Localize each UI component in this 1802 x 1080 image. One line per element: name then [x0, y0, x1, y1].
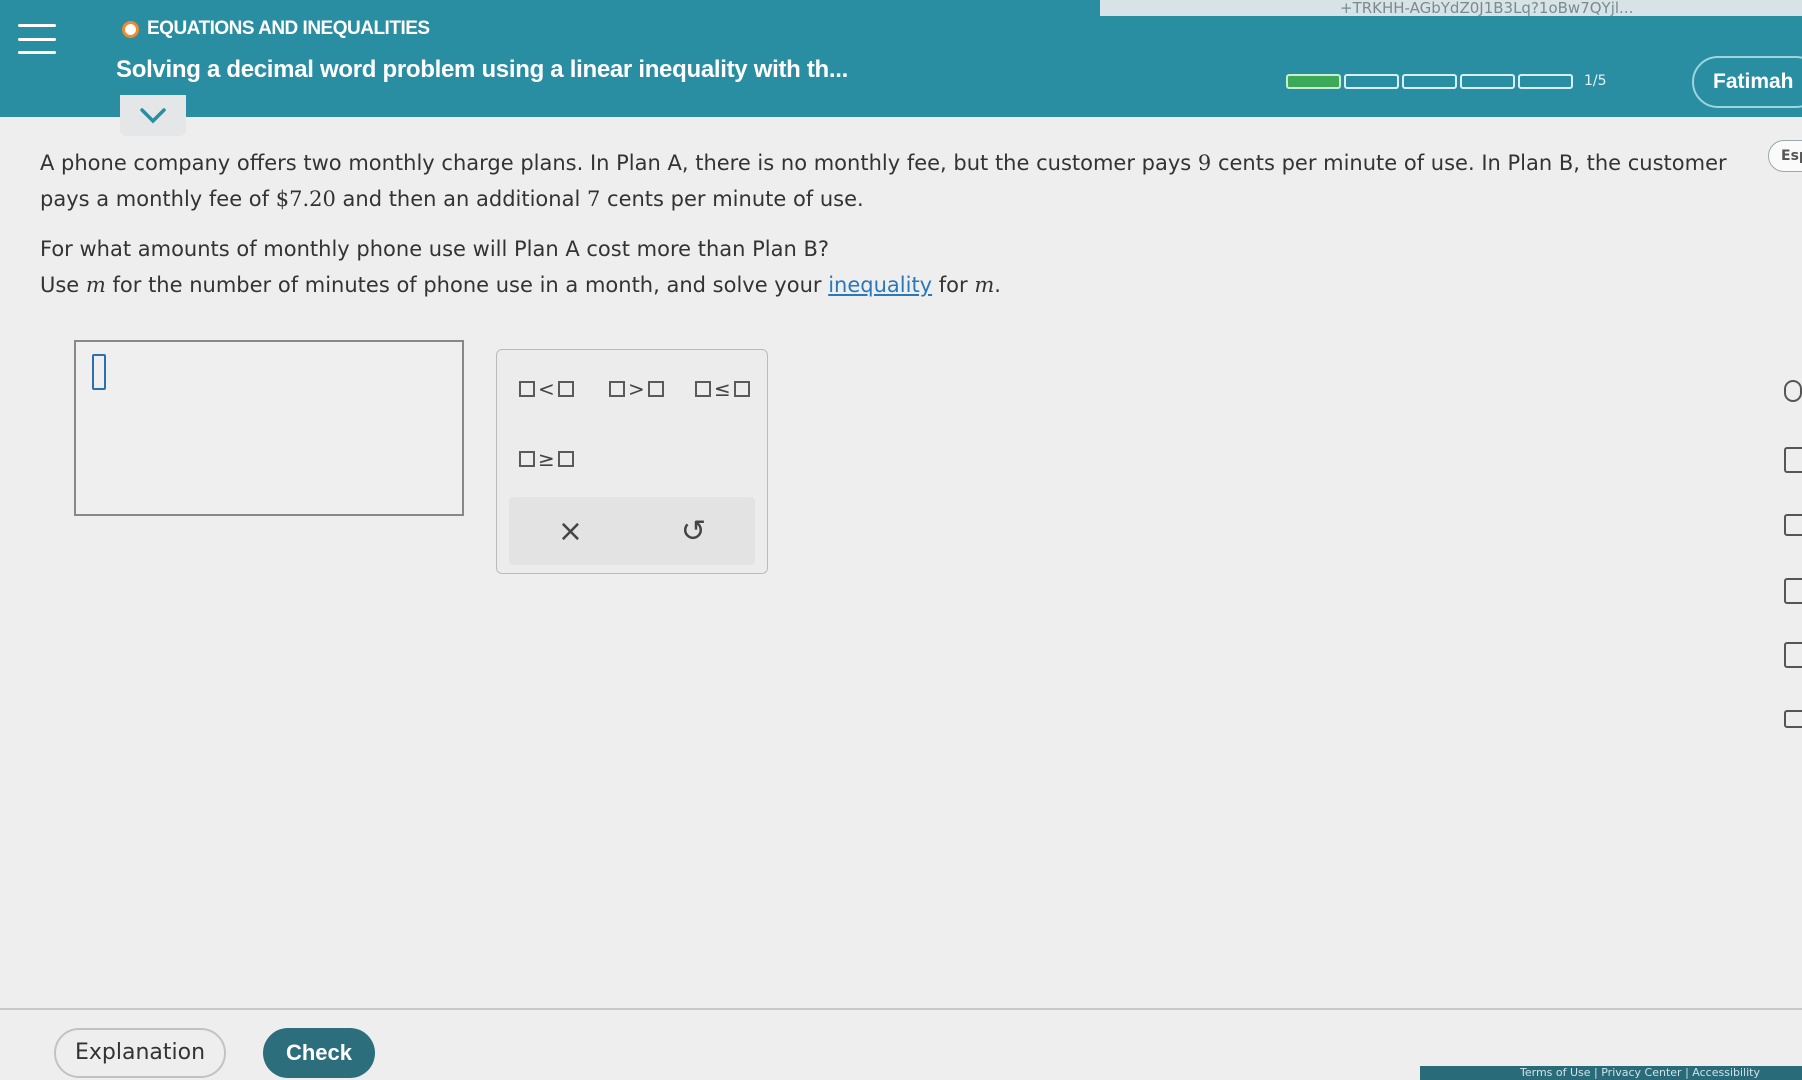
top-header: EQUATIONS AND INEQUALITIES Solving a dec…: [0, 0, 1802, 117]
clear-button[interactable]: ×: [541, 514, 601, 549]
progress-segment-filled: [1286, 73, 1341, 89]
lesson-title: Solving a decimal word problem using a l…: [116, 56, 849, 83]
input-cursor: [92, 354, 106, 390]
topic-text: EQUATIONS AND INEQUALITIES: [147, 18, 430, 39]
menu-icon[interactable]: [18, 24, 56, 54]
greater-than-key[interactable]: >: [609, 374, 664, 404]
browser-url-fragment: +TRKHH-AGbYdZ0J1B3Lq?1oBw7QYjl...: [1100, 0, 1802, 16]
calculator-icon[interactable]: [1784, 447, 1802, 473]
less-equal-key[interactable]: ≤: [695, 374, 750, 404]
progress-segment: [1518, 73, 1573, 89]
check-button[interactable]: Check: [263, 1028, 375, 1078]
keypad-actions: × ↺: [509, 497, 755, 565]
user-menu-button[interactable]: Fatimah: [1692, 56, 1802, 108]
answer-input[interactable]: [74, 340, 464, 516]
progress-segment: [1460, 73, 1515, 89]
chevron-down-icon: [140, 107, 166, 123]
greater-equal-key[interactable]: ≥: [519, 444, 574, 474]
reference-icon[interactable]: [1784, 578, 1802, 604]
math-keypad: < > ≤ ≥ × ↺: [496, 349, 768, 574]
progress-segment: [1402, 73, 1457, 89]
book-icon[interactable]: [1784, 380, 1802, 402]
question-text: A phone company offers two monthly charg…: [40, 145, 1740, 303]
collapse-header-button[interactable]: [120, 92, 186, 136]
language-toggle-button[interactable]: Esp: [1768, 140, 1802, 172]
footer-links[interactable]: Terms of Use | Privacy Center | Accessib…: [1420, 1066, 1802, 1080]
question-paragraph-1: A phone company offers two monthly charg…: [40, 151, 1727, 211]
progress-bar: 1/5: [1286, 73, 1607, 89]
progress-count: 1/5: [1584, 73, 1607, 89]
undo-button[interactable]: ↺: [664, 514, 724, 549]
inequality-link[interactable]: inequality: [828, 273, 932, 297]
video-icon[interactable]: [1784, 514, 1802, 536]
topic-status-icon: [122, 20, 139, 38]
question-paragraph-2: For what amounts of monthly phone use wi…: [40, 237, 1001, 297]
glossary-icon[interactable]: [1784, 642, 1802, 668]
explanation-button[interactable]: Explanation: [54, 1028, 226, 1078]
less-than-key[interactable]: <: [519, 374, 574, 404]
mail-icon[interactable]: [1784, 710, 1802, 728]
progress-segment: [1344, 73, 1399, 89]
topic-label: EQUATIONS AND INEQUALITIES: [122, 18, 430, 40]
footer-divider: [0, 1008, 1802, 1010]
